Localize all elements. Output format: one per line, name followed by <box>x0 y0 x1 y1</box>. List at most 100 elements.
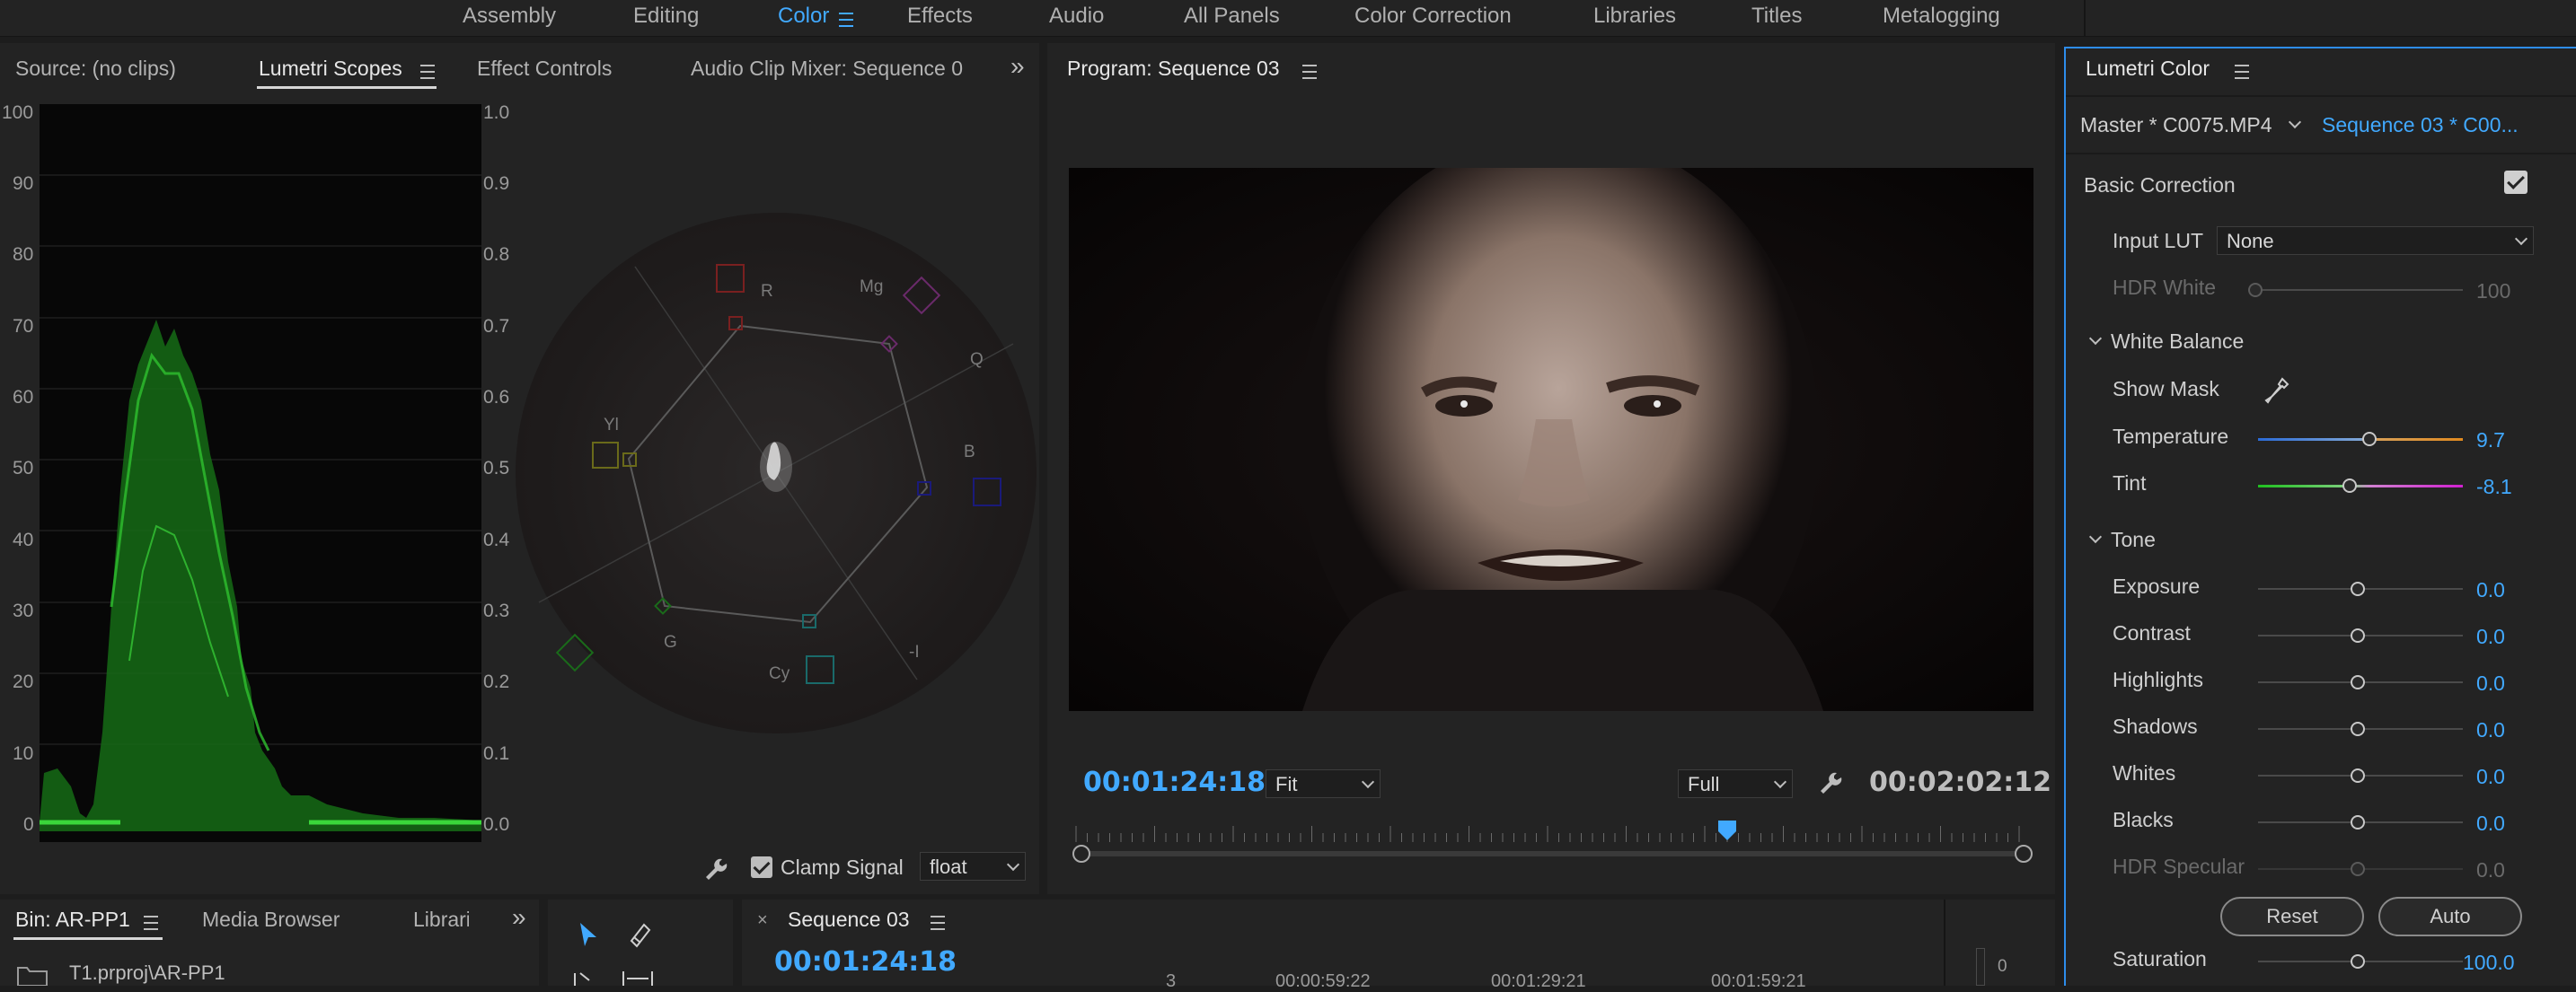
wrench-icon[interactable] <box>702 856 729 882</box>
workspace-effects[interactable]: Effects <box>907 4 973 29</box>
tint-value[interactable]: -8.1 <box>2476 475 2512 499</box>
shadows-slider-thumb[interactable] <box>2351 722 2365 736</box>
tone-heading[interactable]: Tone <box>2111 528 2156 552</box>
vectorscope-label-b: B <box>964 443 975 461</box>
auto-button[interactable]: Auto <box>2378 897 2522 936</box>
workspace-all-panels[interactable]: All Panels <box>1184 4 1280 29</box>
bin-folder-up-icon[interactable] <box>16 964 49 986</box>
temperature-slider-thumb[interactable] <box>2362 432 2377 446</box>
tab-effect-controls[interactable]: Effect Controls <box>477 57 612 81</box>
lumetri-color-menu-icon[interactable] <box>2222 64 2249 80</box>
workspace-metalogging[interactable]: Metalogging <box>1883 4 2000 29</box>
workspace-assembly[interactable]: Assembly <box>463 4 556 29</box>
lumetri-color-title[interactable]: Lumetri Color <box>2086 57 2210 81</box>
workspace-titles[interactable]: Titles <box>1751 4 1802 29</box>
contrast-value[interactable]: 0.0 <box>2476 625 2505 649</box>
lumetri-scopes-menu-icon[interactable] <box>408 64 435 80</box>
basic-correction-checkbox[interactable] <box>2504 171 2527 194</box>
whites-value[interactable]: 0.0 <box>2476 765 2505 789</box>
panel-overflow-icon[interactable]: » <box>1010 52 1025 81</box>
workspace-libraries[interactable]: Libraries <box>1593 4 1676 29</box>
tab-media-browser[interactable]: Media Browser <box>202 908 340 932</box>
selection-tool-icon[interactable] <box>577 921 600 948</box>
tab-sequence-03[interactable]: Sequence 03 <box>788 908 910 932</box>
highlights-value[interactable]: 0.0 <box>2476 672 2505 696</box>
scale-right-0-2: 0.2 <box>483 672 510 692</box>
program-monitor-title[interactable]: Program: Sequence 03 <box>1067 57 1280 81</box>
scale-left-90: 90 <box>13 173 34 194</box>
blacks-slider-thumb[interactable] <box>2351 815 2365 830</box>
ripple-edit-tool-icon[interactable] <box>620 970 656 986</box>
vectorscope-label-mg: Mg <box>860 277 884 296</box>
tint-slider-thumb[interactable] <box>2342 478 2357 493</box>
zoom-scroll-bar[interactable] <box>1079 851 2022 856</box>
tab-libraries[interactable]: Librari <box>413 908 469 932</box>
video-frame-image <box>1069 168 2033 711</box>
temperature-slider-track[interactable] <box>2258 438 2463 441</box>
input-lut-dropdown[interactable]: None <box>2217 226 2534 255</box>
track-select-tool-icon[interactable] <box>571 970 604 986</box>
hdr-white-label: HDR White <box>2113 276 2217 299</box>
input-lut-label: Input LUT <box>2113 229 2203 252</box>
scale-left-100: 100 <box>2 102 34 123</box>
time-ruler-ticks <box>1075 826 2020 842</box>
hdr-specular-slider-thumb[interactable] <box>2351 862 2365 876</box>
sequence-clip-tab[interactable]: Sequence 03 * C00... <box>2322 113 2519 137</box>
close-sequence-tab-icon[interactable]: × <box>757 910 768 931</box>
white-balance-heading[interactable]: White Balance <box>2111 329 2244 354</box>
saturation-value[interactable]: 100.0 <box>2463 951 2515 975</box>
tint-label: Tint <box>2113 471 2147 495</box>
bin-menu-icon[interactable] <box>131 915 158 931</box>
zoom-level-dropdown[interactable]: Fit <box>1266 769 1381 798</box>
hdr-white-slider-track[interactable] <box>2258 289 2463 291</box>
tint-slider-track[interactable] <box>2258 485 2463 487</box>
tab-bin-ar-pp1[interactable]: Bin: AR-PP1 <box>15 908 130 932</box>
bit-depth-dropdown[interactable]: float <box>920 852 1026 881</box>
hdr-white-slider-thumb[interactable] <box>2248 283 2263 297</box>
shadows-value[interactable]: 0.0 <box>2476 718 2505 742</box>
playback-resolution-dropdown[interactable]: Full <box>1678 769 1793 798</box>
clamp-signal-checkbox[interactable] <box>751 856 772 878</box>
tab-audio-clip-mixer[interactable]: Audio Clip Mixer: Sequence 0 <box>691 57 969 81</box>
program-video-frame[interactable] <box>1069 168 2033 711</box>
workspace-color-correction[interactable]: Color Correction <box>1354 4 1512 29</box>
exposure-value[interactable]: 0.0 <box>2476 578 2505 602</box>
razor-tool-icon[interactable] <box>626 921 653 948</box>
basic-correction-heading[interactable]: Basic Correction <box>2084 173 2236 198</box>
contrast-slider-thumb[interactable] <box>2351 628 2365 643</box>
program-monitor-menu-icon[interactable] <box>1290 64 1317 80</box>
hdr-white-value[interactable]: 100 <box>2476 279 2510 303</box>
blacks-value[interactable]: 0.0 <box>2476 812 2505 836</box>
highlights-slider-thumb[interactable] <box>2351 675 2365 689</box>
program-timecode[interactable]: 00:01:24:18 <box>1083 767 1266 798</box>
scale-left-40: 40 <box>13 530 34 550</box>
scale-right-0-9: 0.9 <box>483 173 510 194</box>
workspace-audio[interactable]: Audio <box>1049 4 1104 29</box>
tab-lumetri-scopes[interactable]: Lumetri Scopes <box>259 57 402 81</box>
vectorscope-label-r: R <box>761 282 773 301</box>
workspace-editing[interactable]: Editing <box>633 4 699 29</box>
exposure-slider-thumb[interactable] <box>2351 582 2365 596</box>
hdr-specular-value[interactable]: 0.0 <box>2476 858 2505 882</box>
program-playhead[interactable] <box>1717 821 1736 840</box>
workspace-menu-icon[interactable] <box>839 12 853 28</box>
whites-slider-thumb[interactable] <box>2351 768 2365 783</box>
vectorscope-label-g: G <box>664 633 677 652</box>
timeline-timecode[interactable]: 00:01:24:18 <box>774 946 957 978</box>
zoom-scroll-left-handle[interactable] <box>1072 845 1090 863</box>
sequence-menu-icon[interactable] <box>918 915 945 931</box>
saturation-slider-thumb[interactable] <box>2351 954 2365 969</box>
zoom-scroll-right-handle[interactable] <box>2015 845 2033 863</box>
program-settings-wrench-icon[interactable] <box>1817 769 1844 796</box>
workspace-color[interactable]: Color <box>778 4 829 29</box>
input-lut-value: None <box>2227 230 2274 252</box>
reset-button[interactable]: Reset <box>2220 897 2364 936</box>
master-clip-tab[interactable]: Master * C0075.MP4 <box>2080 113 2272 137</box>
temperature-value[interactable]: 9.7 <box>2476 428 2505 452</box>
eyedropper-icon[interactable] <box>2264 377 2289 406</box>
program-time-ruler[interactable] <box>1069 824 2025 842</box>
tab-source[interactable]: Source: (no clips) <box>15 57 176 81</box>
vectorscope-label-neg-i: -I <box>909 643 920 662</box>
project-panel-overflow-icon[interactable]: » <box>512 903 526 932</box>
ruler-mark-4: 00:01:59:21 <box>1711 971 1806 991</box>
